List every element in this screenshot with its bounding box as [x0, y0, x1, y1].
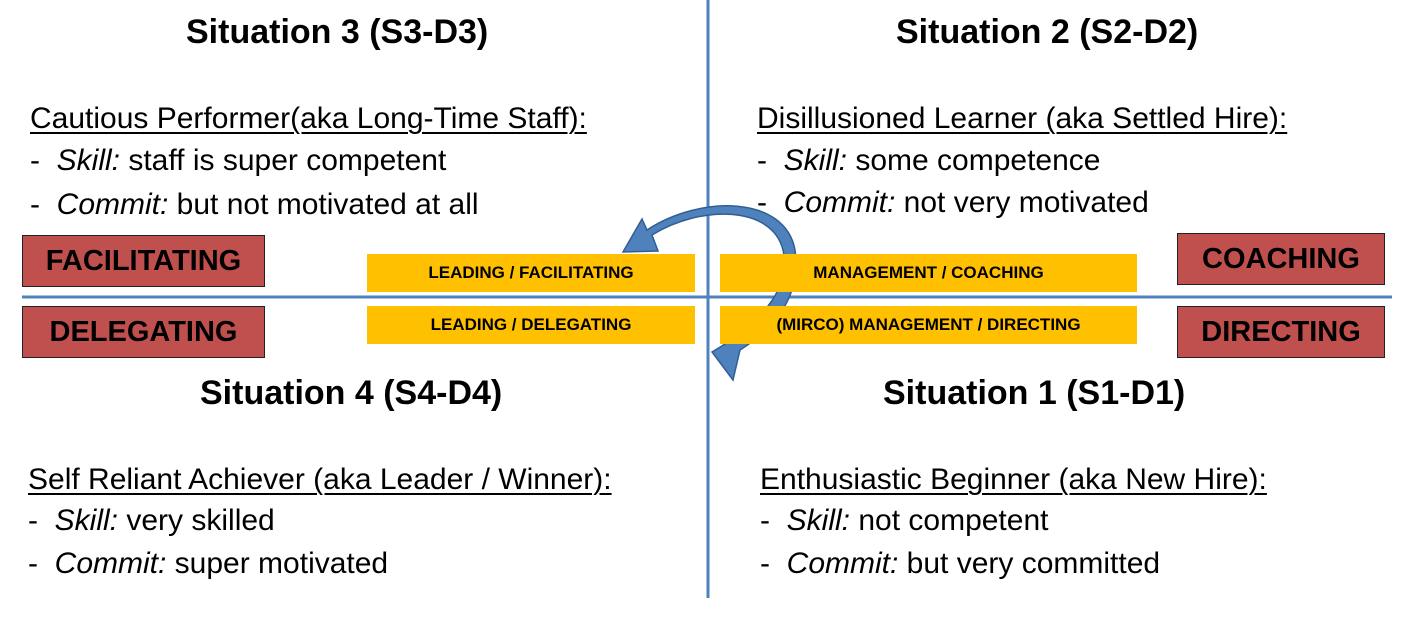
situation-4-skill: - Skill: very skilled: [28, 503, 275, 539]
situation-1-skill: - Skill: not competent: [760, 503, 1048, 539]
bullet-term: Commit:: [54, 547, 167, 580]
bullet-text: very skilled: [118, 504, 275, 537]
leading-delegating-band: LEADING / DELEGATING: [367, 306, 695, 344]
leading-facilitating-band: LEADING / FACILITATING: [367, 254, 695, 292]
situation-2-heading: Disillusioned Learner (aka Settled Hire)…: [757, 102, 1288, 135]
management-coaching-band: MANAGEMENT / COACHING: [720, 254, 1137, 292]
bullet-term: Skill:: [54, 504, 119, 537]
directing-box: DIRECTING: [1177, 306, 1385, 358]
situation-1-commit: - Commit: but very committed: [760, 546, 1160, 582]
bullet-dash: -: [28, 504, 38, 537]
bullet-term: Skill:: [783, 144, 848, 177]
bullet-text: not competent: [850, 504, 1049, 537]
bullet-dash: -: [760, 504, 770, 537]
bullet-text: but not motivated at all: [168, 188, 479, 221]
situation-3-skill: - Skill: staff is super competent: [30, 143, 446, 179]
bullet-dash: -: [760, 547, 770, 580]
coaching-box: COACHING: [1177, 233, 1385, 285]
bullet-dash: -: [757, 144, 767, 177]
bullet-dash: -: [28, 547, 38, 580]
curved-arrow-icon: [621, 205, 797, 382]
bullet-term: Skill:: [786, 504, 851, 537]
situation-1-title: Situation 1 (S1-D1): [883, 374, 1186, 412]
bullet-text: some competence: [847, 144, 1101, 177]
situational-leadership-diagram: Situation 3 (S3-D3) Cautious Performer(a…: [0, 0, 1410, 634]
situation-4-heading: Self Reliant Achiever (aka Leader / Winn…: [28, 463, 612, 496]
situation-3-commit: - Commit: but not motivated at all: [30, 187, 479, 223]
situation-2-commit: - Commit: not very motivated: [757, 185, 1149, 221]
bullet-term: Commit:: [783, 186, 896, 219]
micro-management-directing-band: (MIRCO) MANAGEMENT / DIRECTING: [720, 306, 1137, 344]
situation-2-title: Situation 2 (S2-D2): [896, 13, 1199, 51]
bullet-dash: -: [30, 144, 40, 177]
bullet-term: Commit:: [786, 547, 899, 580]
situation-4-commit: - Commit: super motivated: [28, 546, 388, 582]
delegating-box: DELEGATING: [22, 306, 265, 358]
situation-3-heading: Cautious Performer(aka Long-Time Staff):: [30, 102, 587, 135]
situation-2-skill: - Skill: some competence: [757, 143, 1100, 179]
bullet-text: but very committed: [898, 547, 1161, 580]
situation-1-heading: Enthusiastic Beginner (aka New Hire):: [760, 463, 1267, 496]
bullet-text: not very motivated: [895, 186, 1149, 219]
bullet-text: staff is super competent: [120, 144, 447, 177]
bullet-text: super motivated: [166, 547, 389, 580]
situation-3-title: Situation 3 (S3-D3): [186, 13, 489, 51]
bullet-term: Skill:: [56, 144, 121, 177]
bullet-dash: -: [30, 188, 40, 221]
situation-4-title: Situation 4 (S4-D4): [200, 374, 503, 412]
bullet-term: Commit:: [56, 188, 169, 221]
facilitating-box: FACILITATING: [22, 235, 265, 287]
bullet-dash: -: [757, 186, 767, 219]
